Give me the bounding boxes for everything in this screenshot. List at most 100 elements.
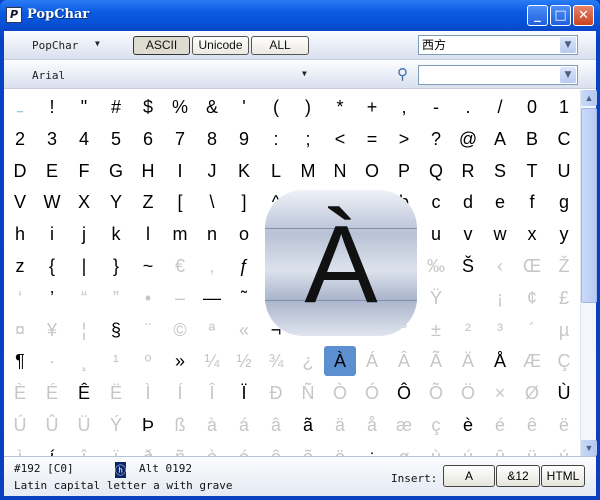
char-cell[interactable]: T [516, 156, 548, 186]
char-cell[interactable]: | [68, 251, 100, 281]
char-cell[interactable]: « [228, 315, 260, 345]
char-cell[interactable]: ª [196, 315, 228, 345]
charset-select[interactable]: 西方 ▼ [418, 35, 578, 55]
char-cell[interactable]: ? [420, 124, 452, 154]
char-cell[interactable]: Ï [228, 378, 260, 408]
char-cell[interactable]: : [260, 124, 292, 154]
char-cell[interactable]: J [196, 156, 228, 186]
char-cell[interactable]: ¢ [516, 283, 548, 313]
char-cell[interactable]: 8 [196, 124, 228, 154]
char-cell[interactable]: 5 [100, 124, 132, 154]
char-cell[interactable]: ) [292, 92, 324, 122]
char-cell[interactable]: % [164, 92, 196, 122]
maximize-button[interactable]: □ [550, 5, 571, 26]
char-cell[interactable]: C [548, 124, 580, 154]
char-cell[interactable]: k [100, 219, 132, 249]
char-cell[interactable]: Ø [516, 378, 548, 408]
char-cell[interactable]: 2 [4, 124, 36, 154]
char-cell[interactable]: ÷ [356, 442, 388, 456]
char-cell[interactable]: 0 [516, 92, 548, 122]
char-cell[interactable]: 4 [68, 124, 100, 154]
char-cell[interactable]: @ [452, 124, 484, 154]
char-cell[interactable]: – [164, 283, 196, 313]
insert-char-button[interactable]: A [443, 465, 495, 487]
char-cell[interactable]: g [548, 187, 580, 217]
char-cell[interactable]: û [484, 442, 516, 456]
char-cell[interactable]: Ö [452, 378, 484, 408]
char-cell[interactable]: ' [228, 92, 260, 122]
char-cell[interactable]: Ê [68, 378, 100, 408]
char-cell[interactable]: Ô [388, 378, 420, 408]
char-cell[interactable]: f [516, 187, 548, 217]
char-cell[interactable]: - [420, 92, 452, 122]
char-cell[interactable]: ù [420, 442, 452, 456]
char-cell[interactable]: 3 [36, 124, 68, 154]
char-cell[interactable]: Õ [420, 378, 452, 408]
char-cell[interactable]: ¾ [260, 346, 292, 376]
char-cell[interactable]: ô [260, 442, 292, 456]
popchar-menu[interactable]: PopChar [32, 39, 78, 52]
char-cell[interactable]: # [100, 92, 132, 122]
minimize-button[interactable]: _ [527, 5, 548, 26]
insert-html-button[interactable]: HTML [541, 465, 585, 487]
char-cell[interactable]: µ [548, 315, 580, 345]
char-cell[interactable]: ¥ [36, 315, 68, 345]
char-cell[interactable]: ! [36, 92, 68, 122]
char-cell[interactable]: Ú [4, 410, 36, 440]
char-cell[interactable]: € [164, 251, 196, 281]
char-cell[interactable]: ¦ [68, 315, 100, 345]
char-cell[interactable]: â [260, 410, 292, 440]
char-cell[interactable]: h [4, 219, 36, 249]
char-cell[interactable]: Ó [356, 378, 388, 408]
char-cell[interactable]: Ä [452, 346, 484, 376]
char-cell[interactable]: X [68, 187, 100, 217]
search-icon[interactable]: ⚲ [397, 65, 408, 83]
char-cell[interactable]: c [420, 187, 452, 217]
char-cell[interactable]: ‘ [4, 283, 36, 313]
char-cell[interactable]: A [484, 124, 516, 154]
char-cell[interactable]: ¨ [132, 315, 164, 345]
char-cell[interactable]: d [452, 187, 484, 217]
char-cell[interactable]: å [356, 410, 388, 440]
char-cell[interactable]: ± [420, 315, 452, 345]
char-cell[interactable]: m [164, 219, 196, 249]
char-cell[interactable]: ² [452, 315, 484, 345]
char-cell[interactable]: o [228, 219, 260, 249]
char-cell[interactable]: 6 [132, 124, 164, 154]
char-cell[interactable]: © [164, 315, 196, 345]
char-cell[interactable]: õ [292, 442, 324, 456]
char-cell[interactable]: Ÿ [420, 283, 452, 313]
char-cell[interactable]: w [484, 219, 516, 249]
char-cell[interactable]: H [132, 156, 164, 186]
char-cell[interactable]: ø [388, 442, 420, 456]
char-cell[interactable]: W [36, 187, 68, 217]
char-cell[interactable]: u [420, 219, 452, 249]
char-cell[interactable]: N [324, 156, 356, 186]
char-cell[interactable]: ß [164, 410, 196, 440]
char-cell[interactable]: ð [132, 442, 164, 456]
char-cell[interactable]: Æ [516, 346, 548, 376]
char-cell[interactable]: á [228, 410, 260, 440]
char-cell[interactable]: ~ [132, 251, 164, 281]
char-cell[interactable]: ‰ [420, 251, 452, 281]
char-cell[interactable]: ú [452, 442, 484, 456]
char-cell[interactable]: B [516, 124, 548, 154]
char-cell[interactable]: v [452, 219, 484, 249]
char-cell[interactable]: Ž [548, 251, 580, 281]
char-cell[interactable]: O [356, 156, 388, 186]
chevron-down-icon[interactable]: ▼ [560, 37, 576, 53]
char-cell[interactable]: à [196, 410, 228, 440]
char-cell[interactable]: ¿ [292, 346, 324, 376]
char-cell[interactable]: e [484, 187, 516, 217]
char-cell[interactable]: — [196, 283, 228, 313]
chevron-down-icon[interactable]: ▼ [560, 67, 576, 83]
char-cell[interactable]: l [132, 219, 164, 249]
char-cell[interactable]: ñ [164, 442, 196, 456]
search-input[interactable]: ▼ [418, 65, 578, 85]
char-cell[interactable]: ½ [228, 346, 260, 376]
char-cell[interactable]: Ð [260, 378, 292, 408]
char-cell[interactable]: Î [196, 378, 228, 408]
char-cell[interactable]: , [388, 92, 420, 122]
char-cell[interactable]: ç [420, 410, 452, 440]
char-cell[interactable]: S [484, 156, 516, 186]
